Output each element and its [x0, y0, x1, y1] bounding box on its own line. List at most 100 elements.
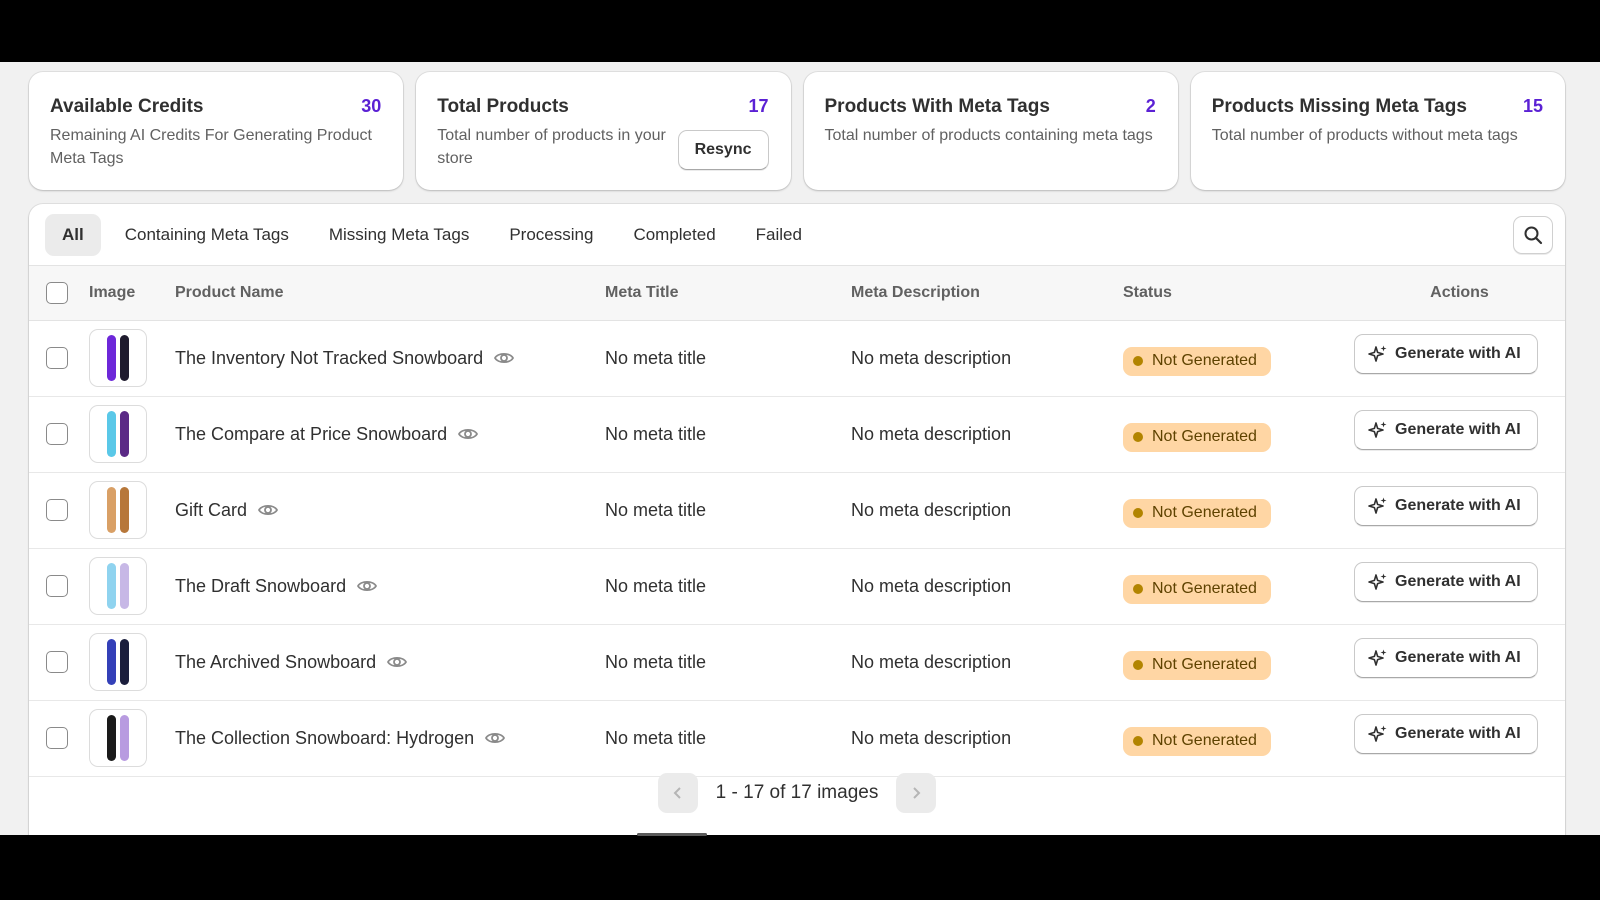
products-table: Image Product Name Meta Title Meta Descr…	[29, 266, 1565, 777]
generate-with-ai-button[interactable]: Generate with AI	[1354, 638, 1538, 678]
tab-completed[interactable]: Completed	[617, 214, 731, 256]
sparkle-icon	[1368, 421, 1387, 438]
eye-icon[interactable]	[493, 347, 515, 369]
row-checkbox[interactable]	[46, 727, 68, 749]
meta-title-cell: No meta title	[605, 423, 707, 444]
next-page-button[interactable]	[896, 773, 937, 813]
search-icon	[1524, 226, 1543, 245]
header-meta-title: Meta Title	[605, 283, 679, 301]
card-value: 2	[1145, 96, 1156, 116]
eye-icon[interactable]	[356, 575, 378, 597]
product-name: Gift Card	[175, 499, 248, 520]
product-thumbnail	[89, 405, 147, 463]
sparkle-icon	[1368, 649, 1387, 666]
filter-tabs: All Containing Meta Tags Missing Meta Ta…	[29, 204, 1565, 266]
meta-title-cell: No meta title	[605, 499, 707, 520]
card-description: Total number of products in your store	[437, 127, 666, 167]
product-name: The Draft Snowboard	[175, 575, 347, 596]
product-image	[107, 487, 129, 533]
status-badge: Not Generated	[1123, 346, 1271, 376]
row-checkbox[interactable]	[46, 575, 68, 597]
table-row: The Collection Snowboard: Hydrogen No me…	[29, 700, 1565, 776]
row-checkbox[interactable]	[46, 347, 68, 369]
table-row: Gift Card No meta title No meta descript…	[29, 472, 1565, 548]
product-image	[107, 563, 129, 609]
product-image	[107, 411, 129, 457]
product-thumbnail	[89, 557, 147, 615]
product-image	[107, 639, 129, 685]
card-description: Remaining AI Credits For Generating Prod…	[50, 127, 372, 167]
card-total-products: Total Products 17 Total number of produc…	[416, 72, 791, 190]
card-title: Products Missing Meta Tags	[1211, 96, 1467, 117]
pagination: 1 - 17 of 17 images	[29, 766, 1565, 820]
status-dot	[1133, 660, 1143, 670]
status-dot	[1133, 736, 1143, 746]
card-title: Products With Meta Tags	[824, 96, 1050, 117]
search-button[interactable]	[1513, 216, 1553, 254]
status-dot	[1133, 356, 1143, 366]
header-actions: Actions	[1430, 283, 1489, 301]
row-checkbox[interactable]	[46, 499, 68, 521]
card-title: Total Products	[437, 96, 569, 117]
select-all-checkbox[interactable]	[46, 281, 68, 304]
table-row: The Inventory Not Tracked Snowboard No m…	[29, 320, 1565, 396]
scroll-indicator	[637, 833, 707, 836]
meta-title-cell: No meta title	[605, 651, 707, 672]
row-checkbox[interactable]	[46, 423, 68, 445]
product-image	[107, 335, 129, 381]
product-name: The Collection Snowboard: Hydrogen	[175, 727, 475, 748]
status-dot	[1133, 432, 1143, 442]
eye-icon[interactable]	[457, 423, 479, 445]
card-products-missing-meta-tags: Products Missing Meta Tags 15 Total numb…	[1190, 72, 1565, 190]
row-checkbox[interactable]	[46, 651, 68, 673]
tab-failed[interactable]: Failed	[740, 214, 818, 256]
eye-icon[interactable]	[386, 651, 408, 673]
generate-with-ai-button[interactable]: Generate with AI	[1354, 486, 1538, 526]
card-products-with-meta-tags: Products With Meta Tags 2 Total number o…	[803, 72, 1178, 190]
resync-button[interactable]: Resync	[677, 130, 769, 170]
generate-with-ai-button[interactable]: Generate with AI	[1354, 410, 1538, 450]
meta-description-cell: No meta description	[851, 347, 1012, 368]
product-name: The Archived Snowboard	[175, 651, 377, 672]
sparkle-icon	[1368, 497, 1387, 514]
status-badge: Not Generated	[1123, 650, 1271, 680]
eye-icon[interactable]	[484, 727, 506, 749]
card-value: 17	[748, 96, 769, 116]
product-thumbnail	[89, 709, 147, 767]
card-description: Total number of products without meta ta…	[1211, 127, 1518, 144]
products-panel: All Containing Meta Tags Missing Meta Ta…	[29, 204, 1565, 835]
meta-title-cell: No meta title	[605, 347, 707, 368]
tab-missing-meta-tags[interactable]: Missing Meta Tags	[313, 214, 485, 256]
prev-page-button[interactable]	[657, 773, 698, 813]
sparkle-icon	[1368, 725, 1387, 742]
product-name: The Compare at Price Snowboard	[175, 423, 448, 444]
pagination-label: 1 - 17 of 17 images	[715, 782, 879, 803]
chevron-right-icon	[913, 787, 921, 799]
product-thumbnail	[89, 633, 147, 691]
card-available-credits: Available Credits 30 Remaining AI Credit…	[29, 72, 404, 190]
table-row: The Draft Snowboard No meta title No met…	[29, 548, 1565, 624]
card-title: Available Credits	[50, 96, 204, 117]
status-badge: Not Generated	[1123, 422, 1271, 452]
generate-with-ai-button[interactable]: Generate with AI	[1354, 562, 1538, 602]
generate-with-ai-button[interactable]: Generate with AI	[1354, 334, 1538, 374]
tab-processing[interactable]: Processing	[493, 214, 609, 256]
generate-with-ai-button[interactable]: Generate with AI	[1354, 714, 1538, 754]
table-row: The Archived Snowboard No meta title No …	[29, 624, 1565, 700]
meta-description-cell: No meta description	[851, 499, 1012, 520]
meta-description-cell: No meta description	[851, 651, 1012, 672]
status-badge: Not Generated	[1123, 498, 1271, 528]
header-image: Image	[89, 283, 136, 301]
meta-description-cell: No meta description	[851, 423, 1012, 444]
table-row: The Compare at Price Snowboard No meta t…	[29, 396, 1565, 472]
meta-title-cell: No meta title	[605, 575, 707, 596]
status-dot	[1133, 508, 1143, 518]
status-badge: Not Generated	[1123, 574, 1271, 604]
eye-icon[interactable]	[257, 499, 279, 521]
stats-cards: Available Credits 30 Remaining AI Credit…	[29, 72, 1565, 190]
meta-description-cell: No meta description	[851, 727, 1012, 748]
table-header-row: Image Product Name Meta Title Meta Descr…	[29, 266, 1565, 320]
tab-containing-meta-tags[interactable]: Containing Meta Tags	[109, 214, 305, 256]
header-meta-description: Meta Description	[851, 283, 980, 301]
tab-all[interactable]: All	[45, 213, 101, 256]
